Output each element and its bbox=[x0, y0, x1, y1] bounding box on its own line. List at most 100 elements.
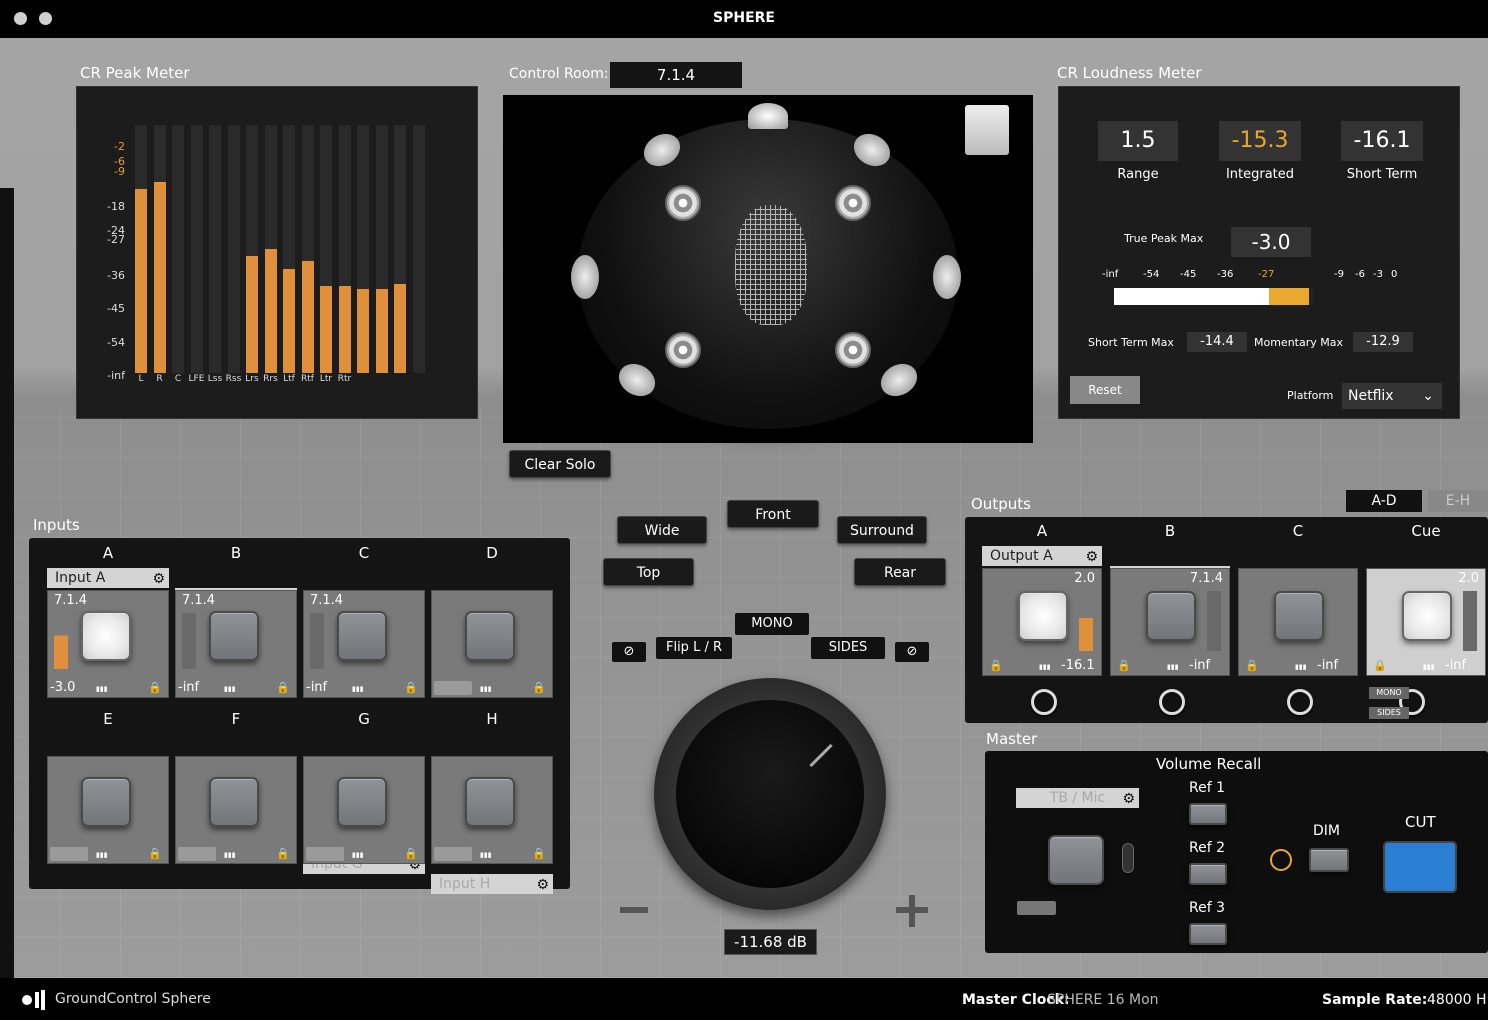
tab-e-h[interactable]: E-H bbox=[1428, 490, 1488, 512]
gear-icon[interactable]: ⚙ bbox=[1122, 789, 1135, 809]
output-select-button[interactable] bbox=[1018, 591, 1068, 641]
loudness-meter-panel: 1.5 Range -15.3 Integrated -16.1 Short T… bbox=[1058, 86, 1460, 419]
lock-icon[interactable]: 🔒 bbox=[1373, 659, 1387, 672]
input-name-selector[interactable]: Input H ⚙ bbox=[431, 874, 553, 894]
loudness-scale-label: -54 bbox=[1143, 269, 1160, 280]
output-level-knob[interactable] bbox=[1287, 689, 1313, 715]
output-level-knob[interactable] bbox=[1031, 689, 1057, 715]
main-volume-knob[interactable] bbox=[654, 678, 886, 910]
clear-solo-button[interactable]: Clear Solo bbox=[509, 450, 611, 478]
gear-icon[interactable]: ⚙ bbox=[536, 875, 549, 895]
input-select-button[interactable] bbox=[337, 777, 387, 827]
speaker-ltf[interactable] bbox=[571, 255, 599, 299]
sample-rate-value[interactable]: 48000 H bbox=[1427, 992, 1487, 1008]
speaker-rss[interactable] bbox=[835, 185, 871, 221]
input-level-meter bbox=[310, 613, 324, 669]
phase-invert-right-icon[interactable]: ⊘ bbox=[895, 642, 929, 662]
meter-view-icon[interactable]: ▮▮▮ bbox=[352, 685, 364, 693]
lock-icon[interactable]: 🔒 bbox=[148, 681, 162, 694]
gear-icon[interactable]: ⚙ bbox=[152, 569, 165, 589]
meter-view-icon[interactable]: ▮▮▮ bbox=[480, 851, 492, 859]
input-select-button[interactable] bbox=[209, 777, 259, 827]
output-select-button[interactable] bbox=[1274, 591, 1324, 641]
lock-icon[interactable]: 🔒 bbox=[404, 847, 418, 860]
control-room-format-select[interactable]: 7.1.4 bbox=[610, 62, 742, 88]
meter-view-icon[interactable]: ▮▮▮ bbox=[1423, 663, 1435, 671]
meter-view-icon[interactable]: ▮▮▮ bbox=[96, 851, 108, 859]
speaker-lfe[interactable] bbox=[965, 105, 1009, 155]
cue-sides-button[interactable]: SIDES bbox=[1369, 707, 1409, 719]
lock-icon[interactable]: 🔒 bbox=[532, 847, 546, 860]
cut-button[interactable] bbox=[1383, 841, 1457, 893]
output-level-knob[interactable] bbox=[1159, 689, 1185, 715]
peak-meter-channel-label: L bbox=[138, 374, 144, 384]
front-button[interactable]: Front bbox=[727, 500, 819, 528]
reset-button[interactable]: Reset bbox=[1070, 376, 1140, 404]
talkback-latch-toggle[interactable] bbox=[1122, 843, 1134, 873]
lock-icon[interactable]: 🔒 bbox=[532, 681, 546, 694]
volume-minus-icon[interactable] bbox=[620, 907, 648, 913]
true-peak-label: True Peak Max bbox=[1124, 232, 1204, 245]
output-format: 2.0 bbox=[1458, 571, 1479, 586]
input-select-button[interactable] bbox=[81, 777, 131, 827]
dim-button[interactable] bbox=[1309, 848, 1349, 872]
meter-view-icon[interactable]: ▮▮▮ bbox=[352, 851, 364, 859]
input-name-selector[interactable]: Input A ⚙ bbox=[47, 568, 169, 588]
peak-meter-bars bbox=[133, 125, 433, 373]
mono-button[interactable]: MONO bbox=[735, 613, 809, 635]
input-select-button[interactable] bbox=[337, 611, 387, 661]
ref2-button[interactable] bbox=[1189, 863, 1227, 885]
input-select-button[interactable] bbox=[465, 777, 515, 827]
speaker-c[interactable] bbox=[748, 103, 788, 129]
talkback-button[interactable] bbox=[1048, 835, 1104, 885]
speaker-lss[interactable] bbox=[665, 185, 701, 221]
tb-mic-selector[interactable]: TB / Mic ⚙ bbox=[1016, 788, 1139, 808]
lock-icon[interactable]: 🔒 bbox=[404, 681, 418, 694]
ref1-button[interactable] bbox=[1189, 803, 1227, 825]
lock-icon[interactable]: 🔒 bbox=[1117, 659, 1131, 672]
output-select-button[interactable] bbox=[1402, 591, 1452, 641]
lock-icon[interactable]: 🔒 bbox=[276, 847, 290, 860]
meter-view-icon[interactable]: ▮▮▮ bbox=[480, 685, 492, 693]
top-button[interactable]: Top bbox=[603, 558, 694, 586]
talkback-level[interactable] bbox=[1017, 901, 1056, 915]
meter-view-icon[interactable]: ▮▮▮ bbox=[1167, 663, 1179, 671]
dim-level-knob[interactable] bbox=[1270, 849, 1292, 871]
peak-meter-fill bbox=[301, 261, 314, 373]
lock-icon[interactable]: 🔒 bbox=[1245, 659, 1259, 672]
input-select-button[interactable] bbox=[209, 611, 259, 661]
rear-button[interactable]: Rear bbox=[854, 558, 946, 586]
meter-view-icon[interactable]: ▮▮▮ bbox=[1295, 663, 1307, 671]
meter-view-icon[interactable]: ▮▮▮ bbox=[96, 685, 108, 693]
lock-icon[interactable]: 🔒 bbox=[148, 847, 162, 860]
platform-select[interactable]: Netflix ⌄ bbox=[1342, 383, 1442, 409]
wide-button[interactable]: Wide bbox=[617, 516, 707, 544]
speaker-rrs[interactable] bbox=[835, 332, 871, 368]
surround-button[interactable]: Surround bbox=[837, 516, 927, 544]
speaker-lrs[interactable] bbox=[665, 332, 701, 368]
lock-icon[interactable]: 🔒 bbox=[276, 681, 290, 694]
input-select-button[interactable] bbox=[81, 611, 131, 661]
meter-view-icon[interactable]: ▮▮▮ bbox=[224, 851, 236, 859]
input-level-value bbox=[306, 847, 344, 861]
lock-icon[interactable]: 🔒 bbox=[989, 659, 1003, 672]
ref3-button[interactable] bbox=[1189, 923, 1227, 945]
tab-a-d[interactable]: A-D bbox=[1346, 490, 1422, 512]
master-clock-value[interactable]: SPHERE 16 Mon bbox=[1047, 992, 1159, 1008]
volume-readout[interactable]: -11.68 dB bbox=[724, 929, 817, 955]
speaker-rtf[interactable] bbox=[933, 255, 961, 299]
groundcontrol-logo-icon bbox=[22, 990, 48, 1010]
peak-meter-bar bbox=[320, 125, 332, 373]
phase-invert-left-icon[interactable]: ⊘ bbox=[612, 642, 646, 662]
cue-mono-button[interactable]: MONO bbox=[1369, 687, 1409, 699]
input-select-button[interactable] bbox=[465, 611, 515, 661]
meter-view-icon[interactable]: ▮▮▮ bbox=[224, 685, 236, 693]
output-select-button[interactable] bbox=[1146, 591, 1196, 641]
output-name-selector[interactable]: Output A ⚙ bbox=[982, 546, 1102, 566]
peak-meter-bar bbox=[209, 125, 221, 373]
input-level-value bbox=[434, 681, 472, 695]
gear-icon[interactable]: ⚙ bbox=[1085, 547, 1098, 567]
sides-button[interactable]: SIDES bbox=[811, 637, 885, 659]
meter-view-icon[interactable]: ▮▮▮ bbox=[1039, 663, 1051, 671]
flip-lr-button[interactable]: Flip L / R bbox=[656, 637, 732, 659]
